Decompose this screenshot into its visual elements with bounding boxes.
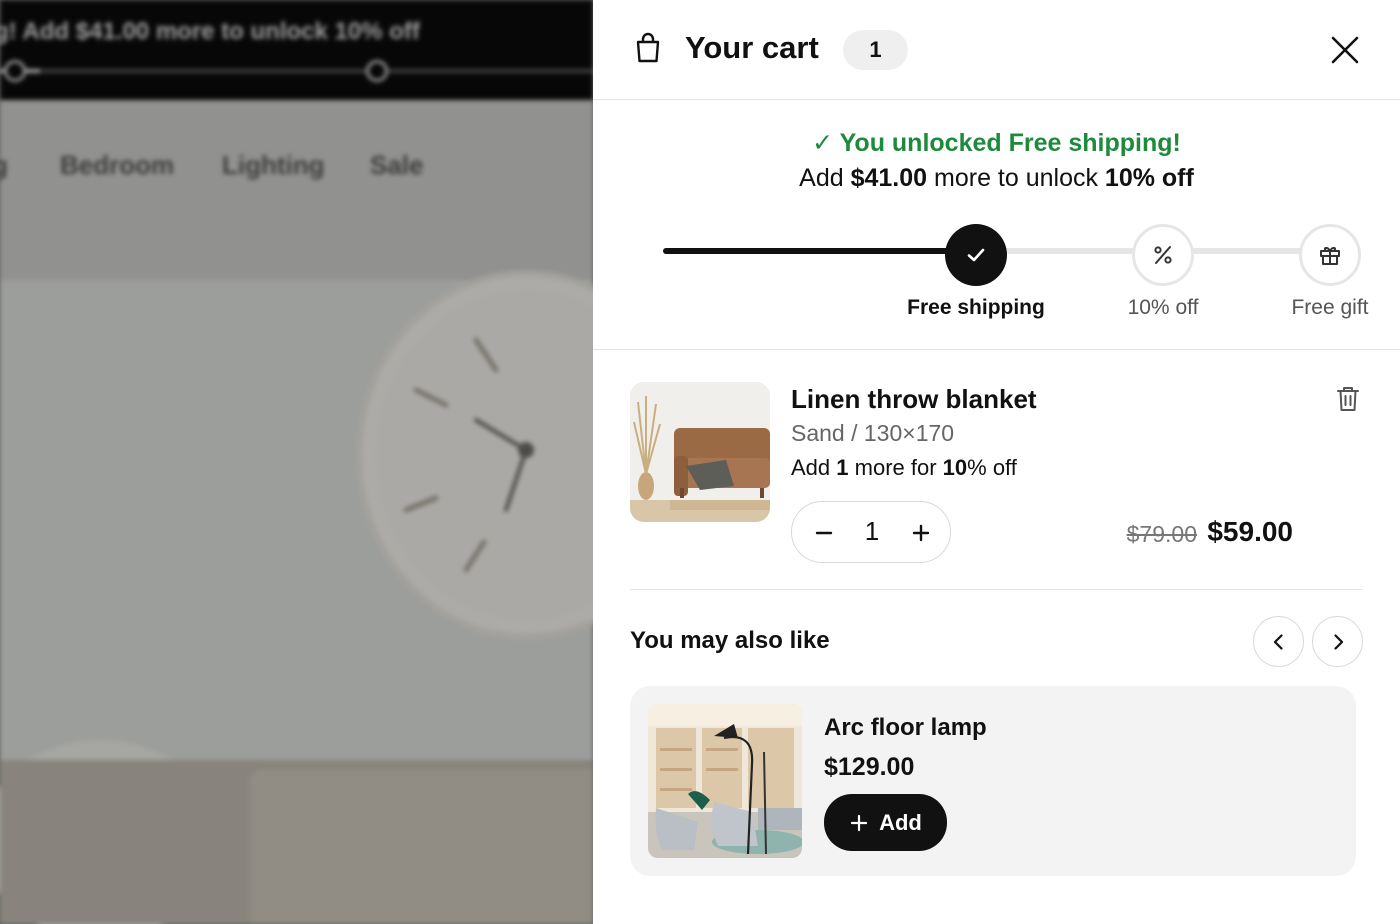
reward-next-message: Add $41.00 more to unlock 10% off [799, 164, 1194, 192]
background-store-page: g! Add $41.00 more to unlock 10% off g B… [0, 0, 593, 924]
close-icon [1331, 36, 1359, 64]
upsell-product-name[interactable]: Arc floor lamp [824, 714, 987, 742]
milestone-label: Free shipping [907, 296, 1045, 319]
cart-line-item: Linen throw blanket Sand / 130×170 Add 1… [630, 382, 1363, 590]
item-promo-message: Add 1 more for 10% off [791, 455, 1017, 480]
increase-quantity-button[interactable] [905, 516, 937, 548]
milestone-free-gift [1299, 224, 1361, 286]
product-name[interactable]: Linen throw blanket [791, 384, 1037, 415]
cart-drawer: Your cart 1 ✓ You unlocked Free shipping… [593, 0, 1400, 924]
plus-icon [851, 814, 868, 831]
product-thumbnail[interactable] [630, 382, 770, 522]
chevron-left-icon [1273, 633, 1283, 650]
quantity-stepper: 1 [791, 501, 951, 563]
product-variant: Sand / 130×170 [791, 420, 955, 446]
cart-count-badge: 1 [843, 30, 908, 70]
trash-icon [1337, 387, 1359, 411]
add-to-cart-button[interactable]: Add [824, 794, 947, 851]
rewards-progress: ✓ You unlocked Free shipping! Add $41.00… [593, 100, 1400, 350]
close-button[interactable] [1327, 32, 1363, 68]
gift-icon [1320, 247, 1340, 265]
cart-title: Your cart [685, 30, 819, 65]
quantity-value[interactable]: 1 [852, 516, 892, 547]
add-button-label: Add [879, 809, 922, 835]
milestone-label: Free gift [1291, 296, 1369, 319]
upsell-product-image[interactable] [648, 704, 802, 858]
upsell-product-card: Arc floor lamp $129.00 Add [630, 686, 1356, 876]
plus-icon [912, 524, 930, 542]
reward-track-fill [663, 248, 978, 254]
minus-icon [815, 531, 833, 535]
remove-item-button[interactable] [1336, 386, 1360, 412]
upsell-previous-button[interactable] [1253, 616, 1304, 667]
decrease-quantity-button[interactable] [808, 516, 840, 548]
sale-price: $59.00 [1207, 516, 1293, 547]
remaining-amount: $41.00 [850, 164, 928, 192]
percent-icon [1154, 246, 1172, 264]
overlay-scrim[interactable] [0, 0, 593, 924]
milestone-label: 10% off [1127, 296, 1199, 319]
milestone-free-shipping [945, 224, 1007, 286]
reward-unlocked-message: ✓ You unlocked Free shipping! [812, 129, 1181, 157]
next-reward-name: 10% off [1104, 164, 1194, 192]
upsell-heading: You may also like [630, 627, 830, 654]
milestone-10-off [1132, 224, 1194, 286]
chevron-right-icon [1333, 633, 1343, 650]
shopping-bag-icon [635, 32, 661, 64]
cart-header: Your cart 1 [593, 0, 1400, 100]
check-icon [967, 248, 985, 262]
upsell-next-button[interactable] [1312, 616, 1363, 667]
upsell-product-price: $129.00 [824, 753, 915, 781]
compare-at-price: $79.00 [1126, 521, 1197, 547]
